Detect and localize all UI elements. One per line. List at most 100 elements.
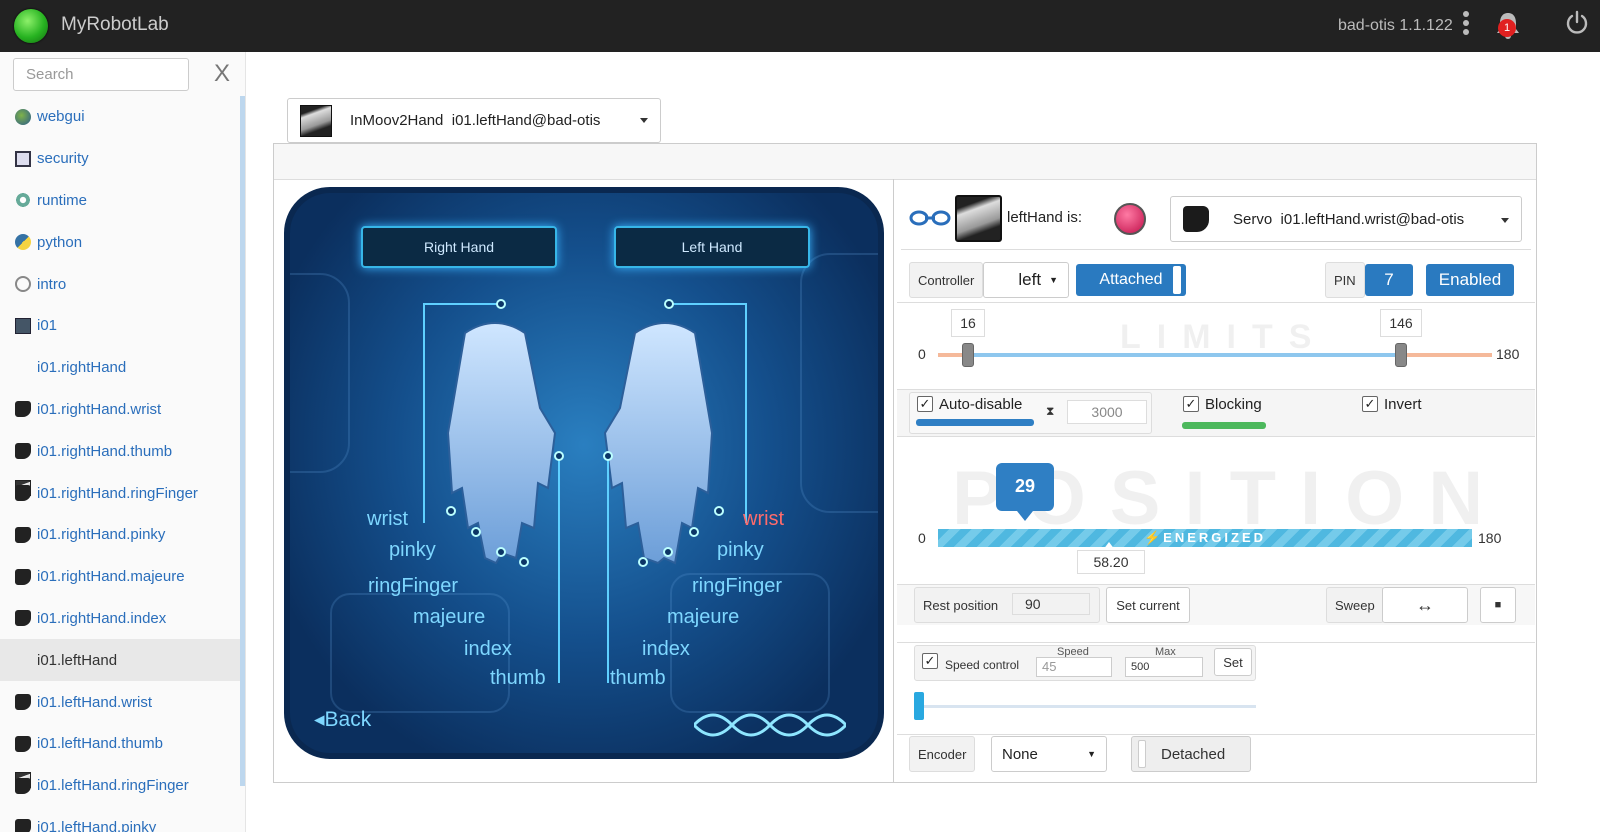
right-majeure-label[interactable]: majeure	[413, 606, 485, 629]
max-speed-input[interactable]: 500	[1125, 657, 1203, 677]
left-majeure-label[interactable]: majeure	[667, 606, 739, 629]
status-led	[1114, 203, 1146, 235]
blocking-checkbox[interactable]: ✓	[1183, 396, 1199, 412]
servo-icon	[15, 485, 31, 502]
autodisable-checkbox[interactable]: ✓	[917, 396, 933, 412]
limit-high-value: 146	[1380, 309, 1422, 337]
toggle-handle[interactable]	[1173, 266, 1181, 294]
autodisable-timeout-input[interactable]: 3000	[1067, 400, 1147, 424]
right-pinky-label[interactable]: pinky	[389, 539, 436, 562]
sidebar-item-i01-righthand-pinky[interactable]: i01.rightHand.pinky	[0, 514, 240, 556]
sidebar-item-webgui[interactable]: webgui	[0, 96, 240, 138]
servo-selector[interactable]: Servo i01.leftHand.wrist@bad-otis	[1170, 196, 1522, 242]
sidebar-item-i01-lefthand-thumb[interactable]: i01.leftHand.thumb	[0, 723, 240, 765]
globe-icon	[15, 108, 31, 125]
power-icon[interactable]	[1564, 10, 1590, 36]
divider	[897, 642, 1535, 643]
service-name: i01.leftHand@bad-otis	[451, 112, 601, 129]
ringfinger-point[interactable]	[471, 527, 481, 537]
invert-checkbox[interactable]: ✓	[1362, 396, 1378, 412]
position-target-bubble[interactable]: 29	[996, 463, 1054, 521]
thumb-point[interactable]	[603, 451, 613, 461]
sidebar-item-security[interactable]: security	[0, 138, 240, 180]
sidebar-scrollbar[interactable]	[240, 96, 245, 786]
speed-slider-track[interactable]	[918, 705, 1256, 708]
gear-icon	[15, 192, 31, 209]
search-input[interactable]: Search	[13, 58, 189, 91]
rest-position-label: Rest position	[923, 597, 999, 613]
controller-select[interactable]: left ▼	[983, 262, 1069, 298]
sweep-button[interactable]: ↔	[1382, 587, 1468, 623]
servo-icon	[15, 401, 31, 418]
service-selector[interactable]: InMoov2Hand i01.leftHand@bad-otis	[287, 98, 661, 143]
set-speed-button[interactable]: Set	[1214, 648, 1252, 676]
sidebar-item-i01-lefthand-ringfinger[interactable]: i01.leftHand.ringFinger	[0, 765, 240, 807]
attached-label: Attached	[1099, 271, 1163, 288]
left-ringfinger-label[interactable]: ringFinger	[692, 575, 782, 598]
sidebar-item-label: i01.leftHand.pinky	[37, 818, 157, 832]
sidebar-item-i01[interactable]: i01	[0, 305, 240, 347]
enabled-button[interactable]: Enabled	[1426, 264, 1514, 296]
left-wrist-label[interactable]: wrist	[743, 508, 784, 531]
right-hand-image[interactable]	[430, 313, 560, 573]
limit-low-handle[interactable]	[962, 343, 974, 367]
limit-high-handle[interactable]	[1395, 343, 1407, 367]
left-thumb-label[interactable]: thumb	[610, 667, 666, 690]
back-button[interactable]: ◂Back	[314, 707, 371, 732]
app-title[interactable]: MyRobotLab	[61, 14, 169, 36]
ringfinger-point[interactable]	[689, 527, 699, 537]
sidebar-item-i01-righthand-majeure[interactable]: i01.rightHand.majeure	[0, 556, 240, 598]
sidebar-item-i01-lefthand-wrist[interactable]: i01.leftHand.wrist	[0, 681, 240, 723]
sidebar-item-i01-righthand[interactable]: i01.rightHand	[0, 347, 240, 496]
wrist-point[interactable]	[664, 299, 674, 309]
pin-value[interactable]: 7	[1365, 264, 1413, 296]
sidebar-item-i01-righthand-thumb[interactable]: i01.rightHand.thumb	[0, 430, 240, 472]
sidebar-item-runtime[interactable]: runtime	[0, 180, 240, 222]
sidebar-item-intro[interactable]: intro	[0, 263, 240, 305]
sidebar-item-i01-righthand-index[interactable]: i01.rightHand.index	[0, 598, 240, 640]
sidebar-item-i01-righthand-ringfinger[interactable]: i01.rightHand.ringFinger	[0, 472, 240, 514]
wrist-point[interactable]	[496, 299, 506, 309]
left-hand-thumbnail-icon	[955, 195, 1002, 242]
link-icon[interactable]	[908, 209, 952, 227]
sidebar-item-python[interactable]: python	[0, 221, 240, 263]
left-pinky-label[interactable]: pinky	[717, 539, 764, 562]
majeure-point[interactable]	[496, 547, 506, 557]
attached-toggle[interactable]: Attached	[1076, 264, 1186, 296]
limits-track-high	[1402, 353, 1492, 357]
left-hand-image[interactable]	[600, 313, 730, 573]
encoder-value: None	[1002, 745, 1038, 763]
right-wrist-label[interactable]: wrist	[367, 508, 408, 531]
set-current-button[interactable]: Set current	[1106, 587, 1190, 623]
left-index-label[interactable]: index	[642, 638, 690, 661]
close-icon[interactable]: X	[214, 60, 230, 88]
left-hand-button[interactable]: Left Hand	[614, 226, 810, 268]
notification-badge[interactable]: 1	[1498, 19, 1516, 37]
toggle-handle[interactable]	[1138, 740, 1146, 768]
sidebar-item-i01-lefthand[interactable]: i01.leftHand	[0, 639, 240, 789]
sidebar-item-label: i01.rightHand.pinky	[37, 526, 166, 544]
pinky-point[interactable]	[446, 506, 456, 516]
sidebar-item-i01-righthand-wrist[interactable]: i01.rightHand.wrist	[0, 389, 240, 431]
encoder-select[interactable]: None ▼	[991, 736, 1107, 772]
rest-position-input[interactable]: 90	[1012, 593, 1090, 615]
speed-control-checkbox[interactable]: ✓	[922, 653, 938, 669]
position-slider[interactable]: ⚡ENERGIZED	[938, 529, 1472, 547]
thumb-point[interactable]	[554, 451, 564, 461]
majeure-point[interactable]	[663, 547, 673, 557]
index-point[interactable]	[638, 557, 648, 567]
index-point[interactable]	[519, 557, 529, 567]
stop-button[interactable]: ■	[1480, 587, 1516, 623]
speed-input[interactable]: 45	[1036, 657, 1112, 677]
circuit-trace	[800, 253, 878, 513]
right-hand-button[interactable]: Right Hand	[361, 226, 557, 268]
myrobotlab-logo[interactable]	[14, 9, 48, 43]
sidebar-item-i01-lefthand-pinky[interactable]: i01.leftHand.pinky	[0, 807, 240, 832]
right-ringfinger-label[interactable]: ringFinger	[368, 575, 458, 598]
more-menu-icon[interactable]	[1462, 11, 1470, 37]
right-thumb-label[interactable]: thumb	[490, 667, 546, 690]
pinky-point[interactable]	[714, 506, 724, 516]
speed-slider-handle[interactable]	[914, 692, 924, 720]
servo-icon	[15, 526, 31, 543]
right-index-label[interactable]: index	[464, 638, 512, 661]
